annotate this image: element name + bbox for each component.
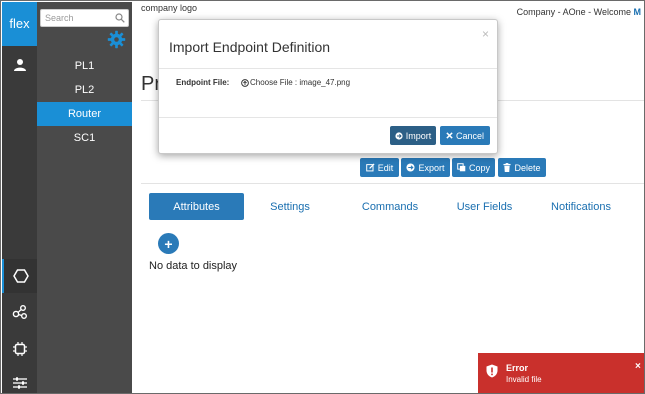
icon-rail: flex [2,2,37,393]
search-box [40,9,129,27]
export-button[interactable]: Export [401,158,450,177]
export-label: Export [418,162,445,173]
cancel-label: Cancel [455,130,484,141]
copy-icon [457,163,466,172]
error-toast: Error Invalid file × [478,353,644,393]
modal-title: Import Endpoint Definition [169,39,331,55]
add-button[interactable]: + [158,233,179,254]
search-icon[interactable] [115,13,125,26]
app-window: flex Search PL1 PL2 Router SC1 company l… [0,0,645,394]
trash-icon [503,163,512,172]
modal-divider [159,68,497,69]
edit-button[interactable]: Edit [360,158,399,177]
sidebar-item-sc1[interactable]: SC1 [37,126,132,150]
user-icon[interactable] [2,48,37,82]
tree-sidebar: PL1 PL2 Router SC1 [37,2,132,393]
gear-icon[interactable] [107,30,126,52]
tab-notifications[interactable]: Notifications [546,193,616,220]
cancel-button[interactable]: Cancel [440,126,490,145]
tab-settings[interactable]: Settings [259,193,321,220]
company-logo: company logo [141,3,198,13]
shield-alert-icon [486,364,498,381]
edit-icon [365,163,375,172]
export-icon [406,163,416,172]
toast-message: Invalid file [506,375,542,384]
copy-label: Copy [468,162,490,173]
choose-file-input[interactable]: Choose File : image_47.png [241,78,350,87]
modal-close-button[interactable]: × [482,27,489,41]
toast-close-button[interactable]: × [635,361,641,372]
brand-logo[interactable]: flex [2,2,37,46]
tab-attributes[interactable]: Attributes [149,193,244,220]
copy-button[interactable]: Copy [452,158,495,177]
tab-user-fields[interactable]: User Fields [451,193,518,220]
divider [141,183,644,184]
import-icon [395,131,403,140]
nodes-icon[interactable] [2,295,37,329]
endpoint-file-label: Endpoint File: [176,78,230,87]
plus-icon: + [164,235,173,252]
empty-message: No data to display [149,260,238,272]
hexagon-icon[interactable] [2,259,37,293]
close-icon [446,132,453,139]
sliders-icon[interactable] [2,366,37,393]
welcome-label: Company - AOne - Welcome [516,7,631,17]
search-input[interactable] [41,10,115,26]
welcome-text: Company - AOne - Welcome M [517,7,641,17]
user-menu[interactable]: M [634,7,642,17]
import-label: Import [405,130,432,141]
toast-title: Error [506,363,529,373]
import-endpoint-modal: Import Endpoint Definition × Endpoint Fi… [158,19,498,154]
chip-icon[interactable] [2,332,37,366]
modal-footer-divider [159,117,497,118]
upload-icon [241,78,249,87]
tab-commands[interactable]: Commands [356,193,424,220]
sidebar-item-pl2[interactable]: PL2 [37,78,132,102]
sidebar-item-pl1[interactable]: PL1 [37,54,132,78]
choose-file-text: Choose File : image_47.png [250,78,351,87]
edit-label: Edit [377,162,394,173]
delete-button[interactable]: Delete [498,158,546,177]
sidebar-item-router[interactable]: Router [37,102,132,126]
delete-label: Delete [514,162,541,173]
import-button[interactable]: Import [390,126,436,145]
